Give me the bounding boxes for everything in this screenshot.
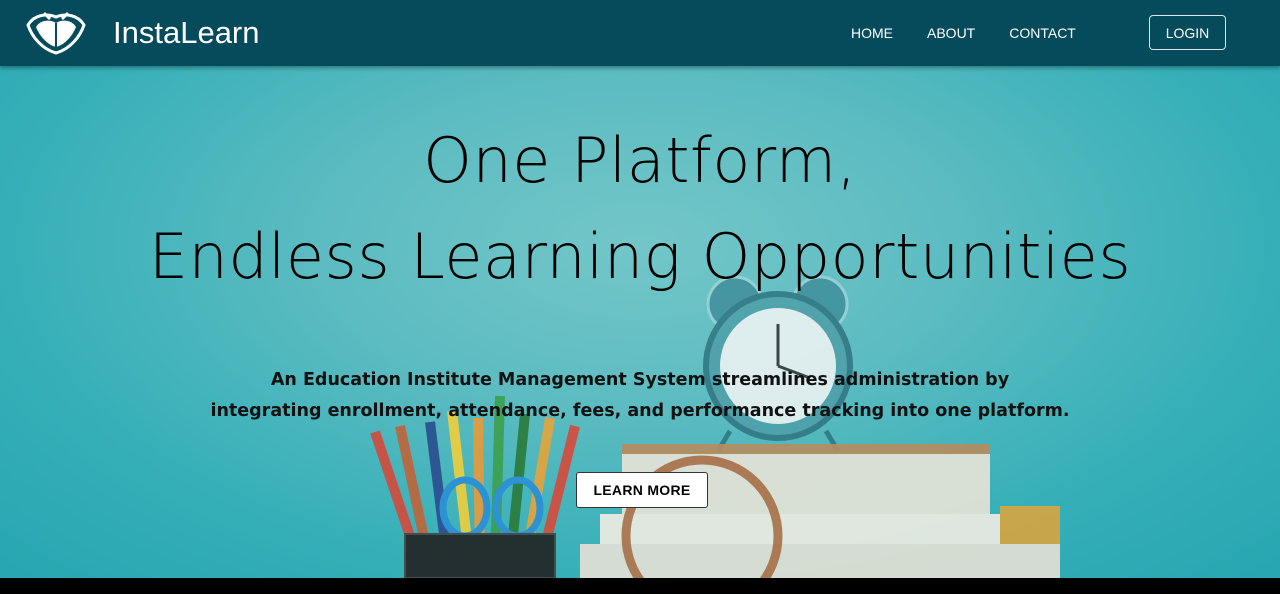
hero-headline-line1: One Platform,: [423, 124, 857, 197]
nav-contact-link[interactable]: CONTACT: [1009, 25, 1076, 41]
brand[interactable]: InstaLearn: [24, 11, 260, 55]
hero-description-line2: integrating enrollment, attendance, fees…: [210, 401, 1070, 421]
bottom-strip: [0, 578, 1280, 594]
nav-about-link[interactable]: ABOUT: [927, 25, 975, 41]
nav-links: HOME ABOUT CONTACT: [851, 0, 1110, 66]
nav-home-link[interactable]: HOME: [851, 25, 893, 41]
hero-description-line1: An Education Institute Management System…: [270, 370, 1010, 390]
hero-description: An Education Institute Management System…: [0, 365, 1280, 427]
hero-headline-line2: Endless Learning Opportunities: [148, 220, 1132, 293]
learn-more-button[interactable]: LEARN MORE: [576, 472, 708, 508]
open-book-shield-icon: [26, 11, 86, 55]
top-navbar: InstaLearn HOME ABOUT CONTACT LOGIN: [0, 0, 1280, 66]
book-stack-illustration: [580, 444, 1060, 578]
brand-name: InstaLearn: [113, 15, 260, 50]
login-button[interactable]: LOGIN: [1149, 15, 1226, 50]
hero-section: One Platform, Endless Learning Opportuni…: [0, 66, 1280, 578]
